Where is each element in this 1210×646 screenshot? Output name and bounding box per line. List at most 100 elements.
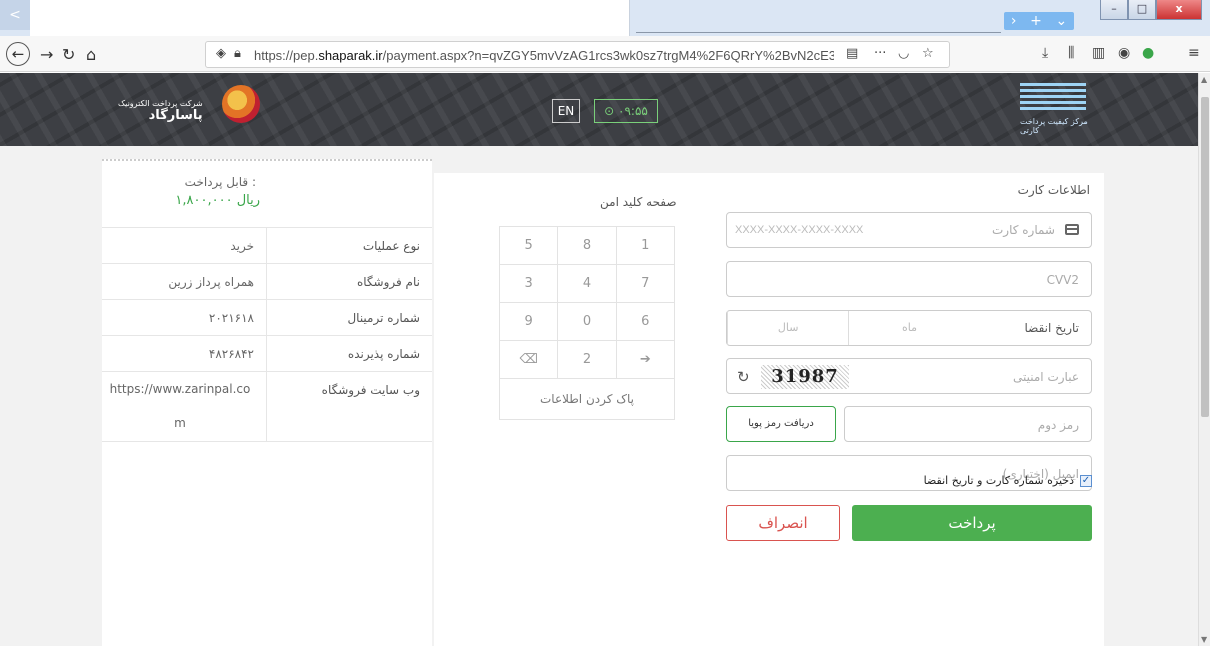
keypad-key[interactable]: 7 [617, 265, 674, 302]
merchant-info-table: نوع عملیات خرید نام فروشگاه همراه پرداز … [102, 227, 432, 442]
scrollbar-thumb[interactable] [1201, 97, 1209, 417]
card-number-field[interactable]: شماره کارت XXXX-XXXX-XXXX-XXXX [726, 212, 1092, 248]
captcha-image: 31987 [761, 365, 849, 389]
save-card-checkbox[interactable]: ✓ [1080, 474, 1092, 487]
lock-icon[interactable]: 🔒︎ [234, 46, 241, 61]
header-banner: شرکت پرداخت الکترونیک پاسارگاد EN ⊙ ۰۹:۵… [0, 73, 1198, 146]
info-key: نام فروشگاه [266, 264, 432, 299]
expiry-label: تاریخ انقضا [1024, 321, 1080, 335]
get-dynamic-password-button[interactable]: دریافت رمز پویا [726, 406, 836, 442]
page-scrollbar[interactable]: ▲ ▼ [1198, 73, 1210, 646]
window-controls: – □ x [1100, 0, 1202, 20]
shield-icon[interactable]: ◈ [216, 46, 226, 61]
keypad-key[interactable]: 3 [500, 265, 559, 302]
card-number-mask: XXXX-XXXX-XXXX-XXXX [735, 224, 864, 236]
reload-icon[interactable]: ↻ [62, 45, 75, 64]
forward-arrow-icon[interactable]: → [40, 45, 53, 64]
tab-scroll-left-button[interactable]: < [0, 0, 30, 30]
chevron-down-icon[interactable]: ⌄ [1055, 13, 1067, 29]
new-tab-icon[interactable]: + [1030, 13, 1042, 29]
card-info-form: اطلاعات کارت شماره کارت XXXX-XXXX-XXXX-X… [434, 173, 1104, 646]
info-key: نوع عملیات [266, 228, 432, 263]
logo-brand-line: پاسارگاد [148, 108, 203, 123]
shaparak-logo-icon [1020, 83, 1086, 111]
info-value: ۲۰۲۱۶۱۸ [208, 311, 254, 325]
reader-view-icon[interactable]: ▤ [846, 46, 858, 61]
info-row-website: وب سایت فروشگاه https://www.zarinpal.com [102, 372, 432, 442]
logo-company-line: شرکت پرداخت الکترونیک [118, 99, 203, 108]
info-value: همراه پرداز زرین [168, 275, 254, 289]
pasargad-logo-icon [222, 85, 260, 123]
save-card-label: ذخیره شماره کارت و تاریخ انقضا [923, 474, 1074, 487]
url-text[interactable]: https://pep.shaparak.ir/payment.aspx?n=q… [254, 48, 834, 63]
second-password-placeholder: رمز دوم [1037, 418, 1079, 432]
scroll-up-icon[interactable]: ▲ [1201, 75, 1207, 84]
home-icon[interactable]: ⌂ [86, 45, 96, 64]
clear-data-button[interactable]: پاک کردن اطلاعات [500, 379, 674, 419]
minimize-button[interactable]: – [1100, 0, 1128, 20]
back-arrow-icon[interactable]: ← [6, 42, 30, 66]
chevron-right-icon[interactable]: › [1011, 13, 1017, 29]
backspace-icon[interactable]: ⌫ [500, 341, 559, 378]
info-row-store-name: نام فروشگاه همراه پرداز زرین [102, 264, 432, 300]
sidebar-icon[interactable]: ▥ [1092, 45, 1105, 61]
payable-label: قابل پرداخت : [184, 175, 256, 189]
payment-summary-card: قابل پرداخت : ۱,۸۰۰,۰۰۰ ریال نوع عملیات … [102, 159, 432, 646]
library-icon[interactable]: ⫼ [1068, 45, 1074, 61]
timer-value: ۰۹:۵۵ [618, 104, 648, 118]
shaparak-logo: مرکز کیفیت پرداخت کارتی [1020, 83, 1090, 135]
keypad-key[interactable]: 1 [617, 227, 674, 264]
language-en-button[interactable]: EN [552, 99, 580, 123]
url-prefix: https://pep. [254, 48, 319, 63]
page-content: شرکت پرداخت الکترونیک پاسارگاد EN ⊙ ۰۹:۵… [0, 73, 1198, 646]
browser-tab-active[interactable] [30, 0, 630, 36]
close-window-button[interactable]: x [1156, 0, 1202, 20]
second-password-field[interactable]: رمز دوم [844, 406, 1092, 442]
cvv2-placeholder: CVV2 [1046, 273, 1079, 287]
account-icon[interactable]: ◉ [1118, 45, 1130, 61]
section-title: اطلاعات کارت [1017, 183, 1090, 197]
keypad-key[interactable]: 5 [500, 227, 559, 264]
captcha-field[interactable]: ↻ 31987 عبارت امنیتی [726, 358, 1092, 394]
browser-navbar: ← → ↻ ⌂ ◈ 🔒︎ https://pep.shaparak.ir/pay… [0, 36, 1210, 72]
info-value: ۴۸۲۶۸۴۲ [208, 347, 254, 361]
info-key: شماره پذیرنده [266, 336, 432, 371]
keypad-key[interactable]: 6 [617, 303, 674, 340]
pay-button[interactable]: پرداخت [852, 505, 1092, 541]
scroll-down-icon[interactable]: ▼ [1201, 635, 1207, 644]
arrow-right-icon[interactable]: ➔ [617, 341, 674, 378]
keypad-row: 9 0 6 [500, 303, 674, 341]
keypad-key[interactable]: 4 [558, 265, 617, 302]
menu-icon[interactable]: ≡ [1188, 45, 1200, 61]
cvv2-field[interactable]: CVV2 [726, 261, 1092, 297]
keypad-key[interactable]: 2 [558, 341, 617, 378]
tab-controls: › + ⌄ [1004, 12, 1074, 30]
maximize-button[interactable]: □ [1128, 0, 1156, 20]
pocket-icon[interactable]: ◡ [898, 46, 909, 61]
keypad-row: ⌫ 2 ➔ [500, 341, 674, 379]
expiry-year-field[interactable]: سال [727, 311, 848, 345]
keypad-key[interactable]: 0 [558, 303, 617, 340]
keypad-row: 5 8 1 [500, 227, 674, 265]
extension-icon[interactable]: ● [1142, 45, 1154, 61]
credit-card-icon [1065, 224, 1079, 235]
keypad-row: 3 4 7 [500, 265, 674, 303]
save-card-option[interactable]: ذخیره شماره کارت و تاریخ انقضا ✓ [924, 474, 1092, 487]
captcha-placeholder: عبارت امنیتی [1013, 370, 1079, 384]
expiry-month-field[interactable]: ماه [848, 311, 969, 345]
tab-strip-divider [636, 32, 1001, 33]
keypad-key[interactable]: 8 [558, 227, 617, 264]
info-value: خرید [230, 239, 254, 253]
info-row-terminal: شماره ترمینال ۲۰۲۱۶۱۸ [102, 300, 432, 336]
info-row-operation: نوع عملیات خرید [102, 228, 432, 264]
bookmark-star-icon[interactable]: ☆ [922, 46, 934, 61]
download-icon[interactable]: ⤓ [1042, 45, 1048, 61]
page-actions-icon[interactable]: ··· [874, 46, 886, 61]
info-key: شماره ترمینال [266, 300, 432, 335]
keypad-key[interactable]: 9 [500, 303, 559, 340]
secure-keypad: 5 8 1 3 4 7 9 0 6 ⌫ 2 ➔ پاک کردن اطلاعات [499, 226, 675, 420]
pasargad-logo-text: شرکت پرداخت الکترونیک پاسارگاد [118, 99, 203, 123]
refresh-captcha-icon[interactable]: ↻ [737, 368, 750, 386]
cancel-button[interactable]: انصراف [726, 505, 840, 541]
address-bar[interactable]: ◈ 🔒︎ https://pep.shaparak.ir/payment.asp… [205, 41, 950, 68]
